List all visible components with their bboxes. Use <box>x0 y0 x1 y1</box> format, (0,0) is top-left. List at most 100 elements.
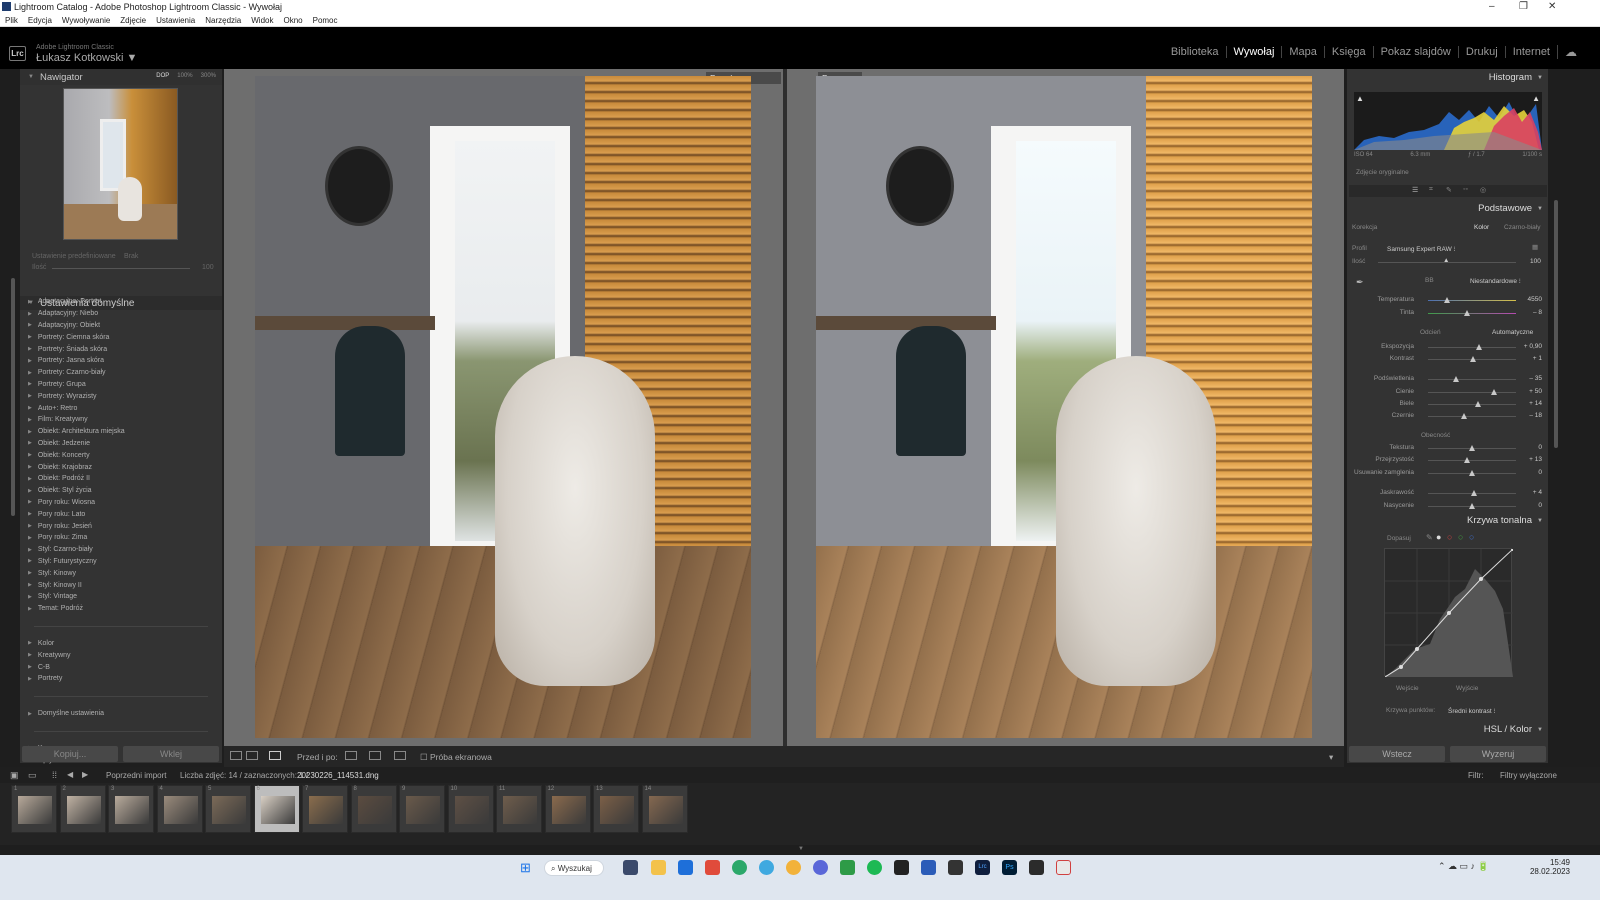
chrome-icon[interactable] <box>786 860 801 875</box>
slider-knob[interactable] <box>1470 490 1477 497</box>
grid-view-icon[interactable]: ▣ <box>10 770 19 781</box>
preset-group-item[interactable]: ▶ Portrety: Ciemna skóra <box>28 331 218 343</box>
filmstrip-toggle-icon[interactable]: ▼ <box>798 846 804 852</box>
menu-okno[interactable]: Okno <box>283 16 302 25</box>
preset-group-item[interactable]: ▶ Portrety <box>28 673 218 685</box>
slider-track[interactable] <box>1428 379 1516 381</box>
grid-icon[interactable]: ⁞⁞ <box>52 770 57 780</box>
preset-group-item[interactable]: ▶ Pory roku: Zima <box>28 532 218 544</box>
preset-group-item[interactable]: ▶ Obiekt: Podróż II <box>28 473 218 485</box>
preset-group-item[interactable]: ▶ Portrety: Grupa <box>28 379 218 391</box>
terminal-icon[interactable] <box>894 860 909 875</box>
curve-rgb-channel-icon[interactable]: ● <box>1436 532 1441 542</box>
windows-start-icon[interactable]: ⊞ <box>520 860 531 876</box>
preset-group-item[interactable]: ▶ Styl: Vintage <box>28 591 218 603</box>
slider-knob[interactable] <box>1461 413 1468 419</box>
profile-amount-knob-icon[interactable]: ▲ <box>1443 257 1449 264</box>
reset-button[interactable]: Wyzeruj <box>1450 746 1546 762</box>
preset-group-item[interactable]: ▶ Portrety: Wyrazisty <box>28 390 218 402</box>
slider-knob[interactable] <box>1469 356 1476 363</box>
app-icon-red[interactable] <box>705 860 720 875</box>
second-window-icon[interactable]: ▭ <box>28 770 37 781</box>
preset-group-item[interactable]: ▶ Styl: Kinowy II <box>28 579 218 591</box>
curve-red-channel-icon[interactable]: ○ <box>1447 532 1452 542</box>
preset-group-item[interactable]: ▶ Adaptacyjny: Obiekt <box>28 320 218 332</box>
highlight-clipping-icon[interactable]: ▲ <box>1532 94 1540 103</box>
module-biblioteka[interactable]: Biblioteka <box>1164 46 1226 58</box>
lightroom-taskbar-icon[interactable]: Lrc <box>975 860 990 875</box>
left-scrollbar[interactable] <box>11 278 15 516</box>
preset-group-item[interactable]: ▶ Styl: Futurystyczny <box>28 556 218 568</box>
cloud-icon[interactable]: ☁ <box>1557 45 1584 59</box>
previous-button[interactable]: Wstecz <box>1349 746 1445 762</box>
filmstrip-thumbnail[interactable]: 6 <box>253 785 300 833</box>
app-icon-black[interactable] <box>1029 860 1044 875</box>
point-curve-select[interactable]: Średni kontrast ⁝ <box>1448 707 1496 715</box>
preset-group-item[interactable]: ▶ Obiekt: Jedzenie <box>28 438 218 450</box>
zoom-fit[interactable]: DOP <box>156 73 169 79</box>
slider-knob[interactable] <box>1469 469 1475 476</box>
preset-group-item[interactable]: ▶ Kolor <box>28 638 218 650</box>
slider-knob[interactable] <box>1475 400 1482 407</box>
preset-group-item[interactable]: ▶ Styl: Czarno-biały <box>28 544 218 556</box>
curve-target-icon[interactable]: ✎ <box>1426 533 1433 542</box>
histogram-header[interactable]: Histogram ▼ <box>1347 70 1548 86</box>
preset-group-item[interactable]: ▶ Temat: Podróż <box>28 603 218 615</box>
preset-group-item[interactable]: ▶ Portrety: Czarno-biały <box>28 367 218 379</box>
filmstrip-thumbnail[interactable]: 13 <box>593 785 639 833</box>
treatment-bw[interactable]: Czarno-biały <box>1504 224 1541 231</box>
shadow-clipping-icon[interactable]: ▲ <box>1356 94 1364 103</box>
slider-track[interactable] <box>1428 416 1516 417</box>
photoshop-taskbar-icon[interactable]: Ps <box>1002 860 1017 875</box>
preset-group-item[interactable]: ▶ Adaptacyjna: Portret <box>28 296 218 308</box>
slider-knob[interactable] <box>1491 388 1497 395</box>
temperature-track[interactable] <box>1428 300 1516 301</box>
curve-blue-channel-icon[interactable]: ○ <box>1469 532 1474 542</box>
module-drukuj[interactable]: Drukuj <box>1457 46 1505 58</box>
copy-after-to-before-icon[interactable] <box>369 751 381 760</box>
menu-zdjecie[interactable]: Zdjęcie <box>120 16 146 25</box>
module-wywolaj[interactable]: Wywołaj <box>1225 46 1282 58</box>
filmstrip-thumbnail[interactable]: 11 <box>496 785 542 833</box>
menu-wywolywanie[interactable]: Wywoływanie <box>62 16 110 25</box>
preset-group-item[interactable]: ▶ Domyślne ustawienia <box>28 708 218 720</box>
filmstrip-thumbnail[interactable]: 7 <box>302 785 348 833</box>
preset-group-item[interactable]: ▶ Kreatywny <box>28 649 218 661</box>
slider-knob[interactable] <box>1476 344 1483 350</box>
temperature-knob[interactable] <box>1444 297 1450 303</box>
preset-group-item[interactable]: ▶ Pory roku: Wiosna <box>28 497 218 509</box>
zoom-300[interactable]: 300% <box>201 73 216 79</box>
tint-knob[interactable] <box>1464 310 1470 316</box>
menu-plik[interactable]: Plik <box>5 16 18 25</box>
filename[interactable]: 20230226_114531.dng <box>297 771 379 780</box>
slider-knob[interactable] <box>1453 376 1460 383</box>
healing-tool-icon[interactable]: ✎ <box>1446 186 1452 194</box>
taskbar-search[interactable]: ⌕ Wyszukaj <box>544 860 604 876</box>
preset-group-item[interactable]: ▶ Pory roku: Lato <box>28 508 218 520</box>
spotify-icon[interactable] <box>867 860 882 875</box>
preset-group-item[interactable]: ▶ Portrety: Śniada skóra <box>28 343 218 355</box>
slider-knob[interactable] <box>1469 445 1475 451</box>
copy-button[interactable]: Kopiuj... <box>22 746 118 762</box>
preset-group-item[interactable]: ▶ Obiekt: Architektura miejska <box>28 426 218 438</box>
preset-group-item[interactable]: ▶ Auto+: Retro <box>28 402 218 414</box>
paste-button[interactable]: Wklej <box>123 746 219 762</box>
histogram[interactable]: ▲ ▲ <box>1354 92 1542 150</box>
before-after-view-icon[interactable] <box>269 751 281 760</box>
profile-select[interactable]: Samsung Expert RAW ⁝ <box>1387 245 1456 253</box>
menu-ustawienia[interactable]: Ustawienia <box>156 16 195 25</box>
hsl-header[interactable]: HSL / Kolor ▼ <box>1347 722 1548 738</box>
user-name[interactable]: Łukasz Kotkowski ▼ <box>36 52 137 64</box>
preset-group-item[interactable]: ▶ Obiekt: Styl życia <box>28 485 218 497</box>
filmstrip-thumbnail[interactable]: 12 <box>544 785 591 833</box>
tone-auto-button[interactable]: Automatyczne <box>1492 329 1533 336</box>
preset-group-item[interactable]: ▶ C-B <box>28 661 218 673</box>
preset-group-item[interactable]: ▶ Obiekt: Krajobraz <box>28 461 218 473</box>
filmstrip-thumbnail[interactable]: 1 <box>11 785 57 833</box>
preset-group-item[interactable]: ▶ Film: Kreatywny <box>28 414 218 426</box>
profile-browser-icon[interactable]: ▦ <box>1532 243 1538 251</box>
tone-curve-header[interactable]: Krzywa tonalna ▼ <box>1347 513 1548 529</box>
forward-arrow-icon[interactable]: ▶ <box>82 770 88 779</box>
menu-pomoc[interactable]: Pomoc <box>313 16 338 25</box>
crop-tool-icon[interactable]: ⌗ <box>1429 186 1433 194</box>
